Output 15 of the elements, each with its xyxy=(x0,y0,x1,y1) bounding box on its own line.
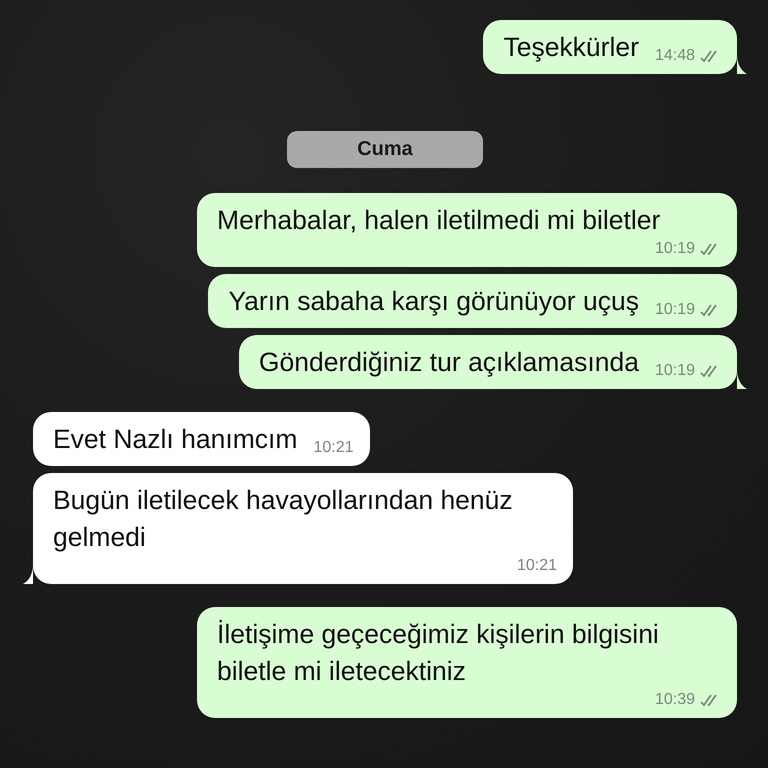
date-label: Cuma xyxy=(287,131,483,168)
message-time: 14:48 xyxy=(654,46,695,66)
message-time: 10:21 xyxy=(516,556,557,576)
message-text: Evet Nazlı hanımcım xyxy=(53,423,298,456)
message-time: 10:19 xyxy=(654,361,695,381)
message-text: Teşekkürler xyxy=(503,31,639,64)
message-text: Bugün iletilecek havayollarından henüz gelmedi xyxy=(53,484,514,554)
message-time: 10:39 xyxy=(654,690,695,710)
message-time: 10:19 xyxy=(654,239,695,259)
message-text: İletişime geçeceğimiz kişilerin bilgisini biletle mi iletecektiniz xyxy=(217,618,660,688)
message-text: Gönderdiğiniz tur açıklamasında xyxy=(258,346,639,379)
message-text: Yarın sabaha karşı görünüyor uçuş xyxy=(228,285,639,318)
message-time: 10:21 xyxy=(313,438,354,458)
message-text: Merhabalar, halen iletilmedi mi biletler xyxy=(217,204,662,237)
message-time: 10:19 xyxy=(654,300,695,320)
